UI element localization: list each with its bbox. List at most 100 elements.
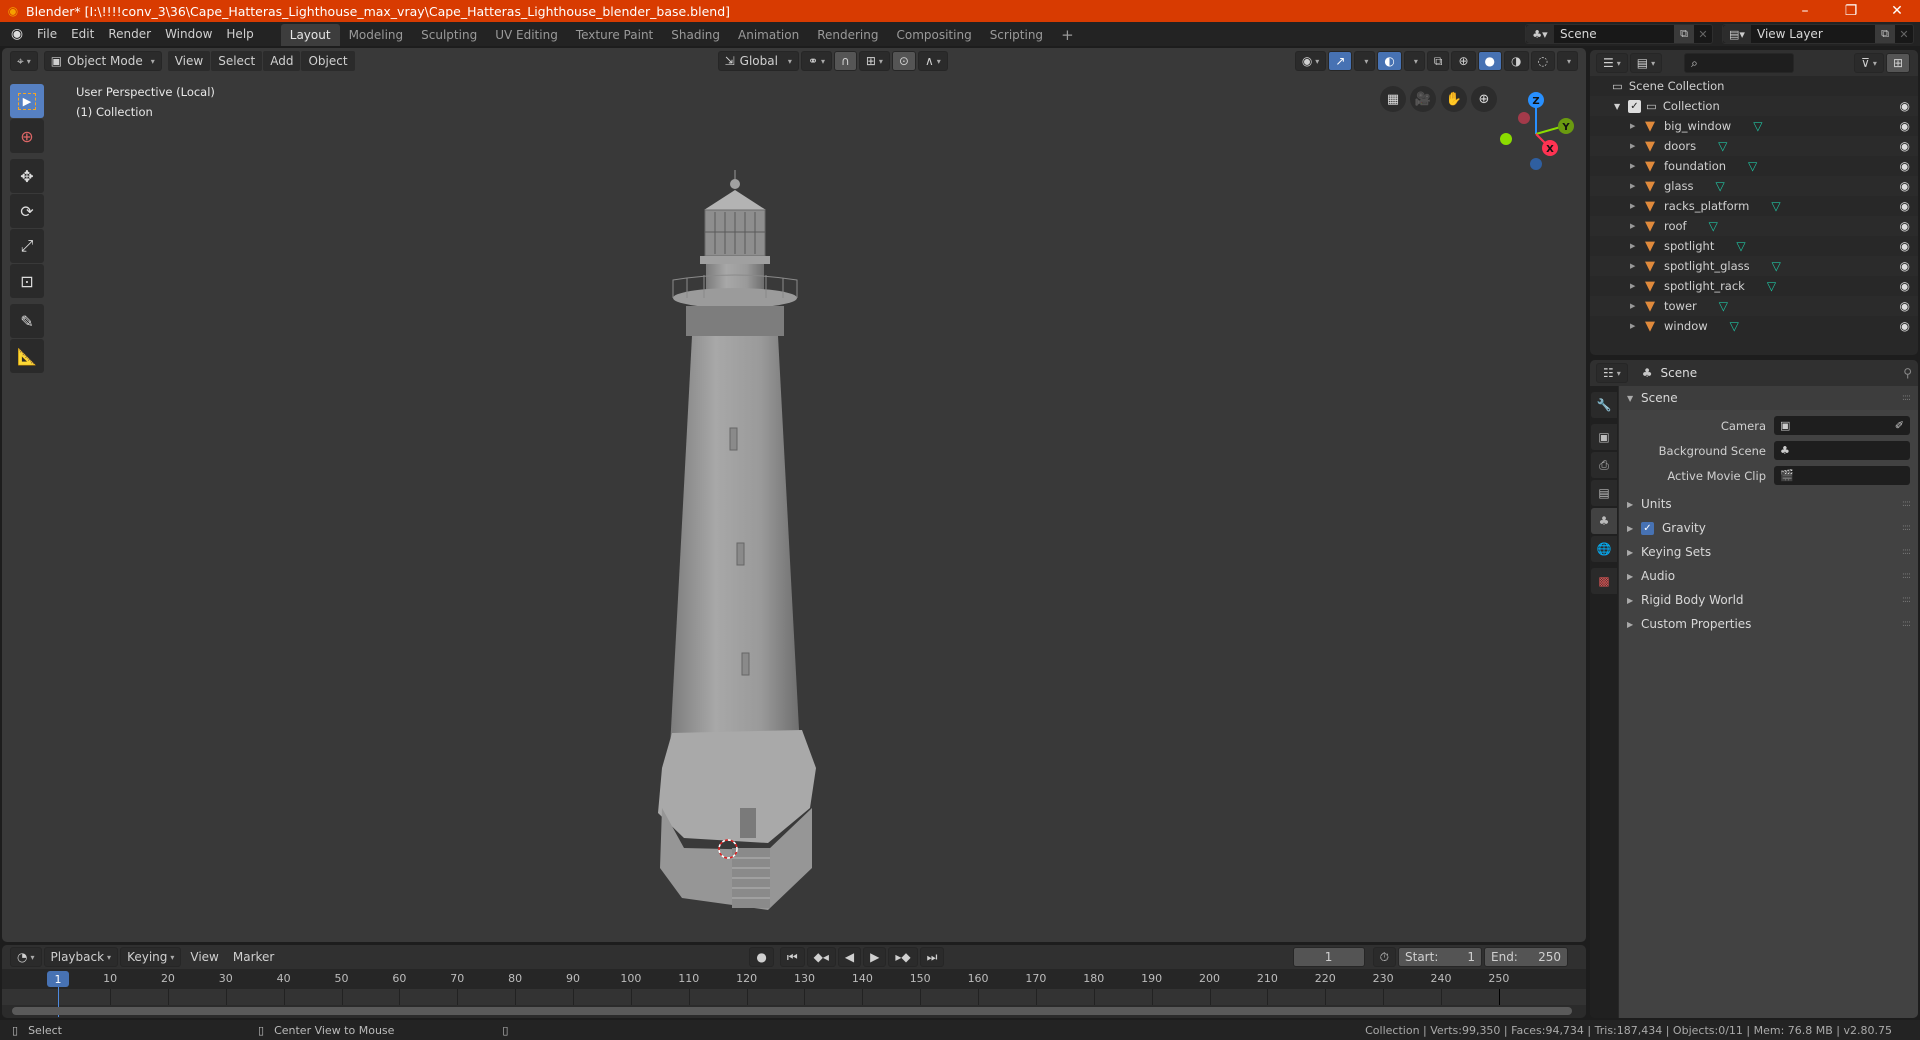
- mesh-data-icon[interactable]: ▽: [1736, 239, 1745, 253]
- tool-transform[interactable]: ⊡: [10, 264, 44, 298]
- mesh-data-icon[interactable]: ▽: [1753, 119, 1762, 133]
- navigation-gizmo[interactable]: Z Y X: [1492, 84, 1582, 174]
- mesh-data-icon[interactable]: ▽: [1716, 179, 1725, 193]
- overlay-dropdown[interactable]: ▾: [1403, 51, 1425, 71]
- tab-shading[interactable]: Shading: [662, 24, 729, 46]
- tab-uv-editing[interactable]: UV Editing: [486, 24, 567, 46]
- movie-clip-field[interactable]: 🎬: [1774, 466, 1910, 485]
- outliner-item[interactable]: ▶ ▼ big_window ▽ ◉: [1590, 116, 1918, 136]
- gizmo-toggle[interactable]: ↗: [1328, 51, 1353, 71]
- outliner-item[interactable]: ▶ ▼ spotlight_glass ▽ ◉: [1590, 256, 1918, 276]
- shading-solid[interactable]: ●: [1477, 51, 1503, 71]
- camera-view-button[interactable]: 🎥: [1410, 86, 1436, 112]
- timeline-view-menu[interactable]: View: [183, 945, 225, 969]
- scene-icon[interactable]: ♣▾: [1526, 25, 1554, 43]
- eye-icon[interactable]: ◉: [1900, 239, 1910, 253]
- delete-scene-icon[interactable]: ✕: [1694, 28, 1712, 41]
- playback-menu[interactable]: Playback ▾: [43, 947, 119, 967]
- expand-arrow-icon[interactable]: ▶: [1630, 262, 1642, 270]
- tab-animation[interactable]: Animation: [729, 24, 808, 46]
- mesh-data-icon[interactable]: ▽: [1730, 319, 1739, 333]
- eye-icon[interactable]: ◉: [1900, 99, 1910, 113]
- eye-icon[interactable]: ◉: [1900, 299, 1910, 313]
- tab-layout[interactable]: Layout: [280, 24, 340, 46]
- overlay-toggle[interactable]: ◐: [1377, 51, 1402, 71]
- proportional-falloff-button[interactable]: ∧ ▾: [917, 51, 948, 71]
- maximize-button[interactable]: ❐: [1828, 0, 1874, 22]
- outliner-item[interactable]: ▶ ▼ roof ▽ ◉: [1590, 216, 1918, 236]
- tab-output[interactable]: ⎙: [1591, 452, 1617, 478]
- scene-collection-row[interactable]: ▭ Scene Collection: [1590, 76, 1918, 96]
- start-frame-field[interactable]: Start: 1: [1398, 947, 1482, 967]
- menu-help[interactable]: Help: [219, 22, 260, 46]
- drag-handle-icon[interactable]: ::::: [1902, 547, 1911, 557]
- tab-modeling[interactable]: Modeling: [340, 24, 413, 46]
- next-keyframe-button[interactable]: ▸◆: [888, 947, 918, 967]
- jump-start-button[interactable]: ⏮: [779, 947, 805, 967]
- pin-icon[interactable]: ⚲: [1903, 366, 1912, 380]
- keying-menu[interactable]: Keying ▾: [120, 947, 182, 967]
- panel-keying-sets[interactable]: ▶ Keying Sets::::: [1619, 540, 1918, 564]
- tab-render[interactable]: ▣: [1591, 424, 1617, 450]
- menu-window[interactable]: Window: [158, 22, 219, 46]
- shading-material[interactable]: ◑: [1504, 51, 1529, 71]
- collection-checkbox[interactable]: ✓: [1628, 99, 1641, 113]
- menu-render[interactable]: Render: [101, 22, 158, 46]
- frame-ruler[interactable]: 1 10 20 30 40 50 60 70 80 90 100 110 120 130 140 150 160…: [2, 969, 1586, 989]
- tool-annotate[interactable]: ✎: [10, 304, 44, 338]
- panel-units[interactable]: ▶ Units::::: [1619, 492, 1918, 516]
- eye-icon[interactable]: ◉: [1900, 319, 1910, 333]
- snap-toggle[interactable]: ∩: [834, 51, 857, 71]
- mesh-data-icon[interactable]: ▽: [1719, 299, 1728, 313]
- tab-view-layer[interactable]: ▤: [1591, 480, 1617, 506]
- current-frame-field[interactable]: 1: [1292, 947, 1365, 967]
- camera-field[interactable]: ▣ ✐: [1774, 416, 1910, 435]
- outliner-item[interactable]: ▶ ▼ racks_platform ▽ ◉: [1590, 196, 1918, 216]
- end-frame-field[interactable]: End: 250: [1484, 947, 1568, 967]
- tab-tool[interactable]: 🔧: [1591, 392, 1617, 418]
- blender-menu-icon[interactable]: ◉: [4, 26, 30, 42]
- eye-icon[interactable]: ◉: [1900, 119, 1910, 133]
- view-layer-icon[interactable]: ▤▾: [1723, 25, 1751, 43]
- timeline-track[interactable]: [2, 987, 1586, 1017]
- expand-arrow-icon[interactable]: ▶: [1630, 282, 1642, 290]
- expand-arrow-icon[interactable]: ▶: [1630, 142, 1642, 150]
- shading-wireframe[interactable]: ⊕: [1451, 51, 1476, 71]
- outliner-item[interactable]: ▶ ▼ spotlight ▽ ◉: [1590, 236, 1918, 256]
- drag-handle-icon[interactable]: ::::: [1902, 595, 1911, 605]
- expand-arrow-icon[interactable]: ▶: [1630, 302, 1642, 310]
- drag-handle-icon[interactable]: ::::: [1902, 619, 1911, 629]
- menu-edit[interactable]: Edit: [64, 22, 101, 46]
- transform-orientation-selector[interactable]: ⇲ Global ▾: [717, 51, 799, 71]
- menu-select[interactable]: Select: [211, 51, 263, 71]
- snap-target-button[interactable]: ⊞ ▾: [858, 51, 890, 71]
- current-frame-indicator[interactable]: 1: [47, 971, 69, 987]
- mesh-data-icon[interactable]: ▽: [1718, 139, 1727, 153]
- outliner-item[interactable]: ▶ ▼ glass ▽ ◉: [1590, 176, 1918, 196]
- new-scene-icon[interactable]: ⧉: [1674, 25, 1694, 43]
- tool-scale[interactable]: ⤢: [10, 229, 44, 263]
- filter-button[interactable]: ⊽ ▾: [1854, 53, 1884, 73]
- eye-icon[interactable]: ◉: [1900, 279, 1910, 293]
- toggle-grid-button[interactable]: ▦: [1380, 86, 1406, 112]
- outliner-item[interactable]: ▶ ▼ tower ▽ ◉: [1590, 296, 1918, 316]
- tool-cursor[interactable]: ⊕: [10, 119, 44, 153]
- mesh-data-icon[interactable]: ▽: [1748, 159, 1757, 173]
- collection-row[interactable]: ▼ ✓ ▭ Collection ◉: [1590, 96, 1918, 116]
- prev-keyframe-button[interactable]: ◆◂: [806, 947, 836, 967]
- timeline-editor-type[interactable]: ◔ ▾: [10, 947, 42, 967]
- tool-measure[interactable]: 📐: [10, 339, 44, 373]
- timeline-scrollbar[interactable]: [12, 1007, 1572, 1015]
- eye-icon[interactable]: ◉: [1900, 139, 1910, 153]
- eye-icon[interactable]: ◉: [1900, 199, 1910, 213]
- expand-arrow-icon[interactable]: ▶: [1630, 122, 1642, 130]
- mesh-data-icon[interactable]: ▽: [1709, 219, 1718, 233]
- drag-handle-icon[interactable]: ::::: [1902, 571, 1911, 581]
- new-view-layer-icon[interactable]: ⧉: [1875, 25, 1895, 43]
- menu-add[interactable]: Add: [263, 51, 301, 71]
- panel-scene-header[interactable]: ▼ Scene ::::: [1619, 386, 1918, 410]
- mesh-data-icon[interactable]: ▽: [1771, 199, 1780, 213]
- pan-view-button[interactable]: ✋: [1441, 86, 1467, 112]
- shading-dropdown[interactable]: ▾: [1556, 51, 1578, 71]
- mesh-data-icon[interactable]: ▽: [1772, 259, 1781, 273]
